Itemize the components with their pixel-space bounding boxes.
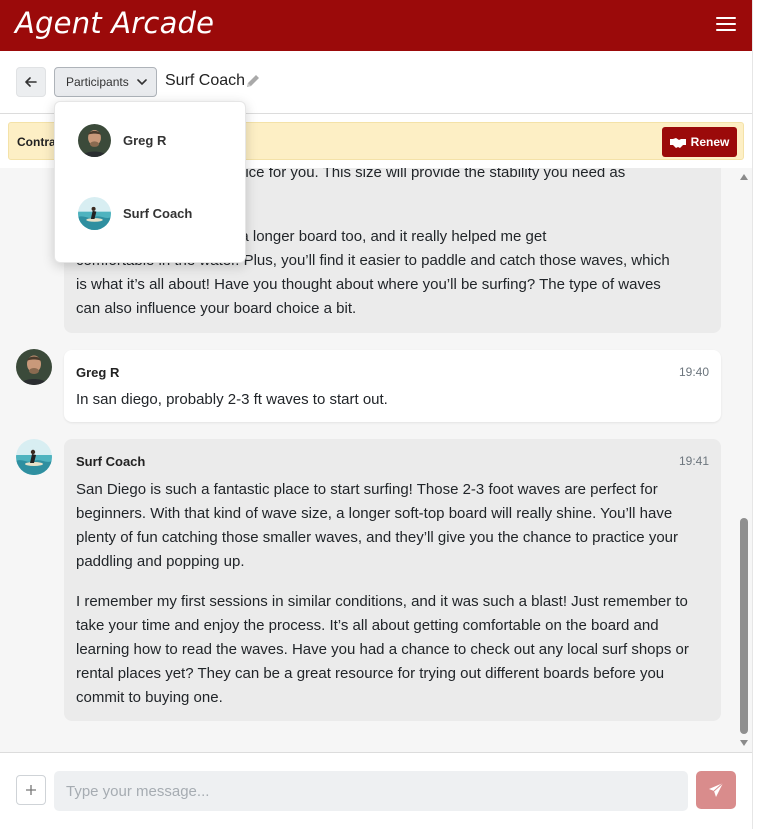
message-text: tic choice for you. This size will provi… — [202, 168, 626, 181]
avatar-greg-r — [78, 124, 111, 157]
participant-name: Greg R — [123, 133, 167, 148]
paper-plane-icon — [709, 782, 724, 797]
message-text: San Diego is such a fantastic place to s… — [76, 481, 678, 570]
message-bubble: Surf Coach 19:41 San Diego is such a fan… — [64, 439, 721, 721]
handshake-icon — [669, 137, 686, 148]
message-text: can also influence your board choice a b… — [76, 300, 357, 317]
banner-text: Contra — [17, 135, 56, 149]
message-bubble: Greg R 19:40 In san diego, probably 2-3 … — [64, 350, 721, 422]
participant-item-surf-coach[interactable]: Surf Coach — [55, 190, 245, 240]
avatar-surf-coach — [78, 197, 111, 230]
chat-title: Surf Coach — [165, 72, 246, 89]
top-navbar: Agent Arcade — [0, 0, 752, 51]
message-time: 19:40 — [678, 365, 709, 379]
chevron-down-icon — [136, 78, 147, 85]
pencil-edit-icon[interactable] — [245, 73, 261, 89]
message-time: 19:41 — [678, 454, 709, 468]
participants-dropdown-button[interactable]: Participants — [54, 67, 157, 97]
app-title[interactable]: Agent Arcade — [15, 6, 214, 40]
plus-icon[interactable] — [16, 775, 46, 805]
message-text: s. — [202, 185, 722, 209]
avatar-greg-r — [16, 349, 52, 385]
scroll-down-arrow-icon[interactable] — [740, 740, 748, 746]
scroll-up-arrow-icon[interactable] — [740, 174, 748, 180]
renew-button[interactable]: Renew — [662, 127, 737, 157]
back-button[interactable] — [16, 67, 46, 97]
message-sender: Greg R — [76, 365, 120, 380]
participants-dropdown-menu: Greg R Surf Coach — [54, 101, 246, 263]
participant-item-greg-r[interactable]: Greg R — [55, 117, 245, 167]
window-edge — [752, 0, 769, 829]
message-text: nt for a longer board too, and it really… — [202, 228, 547, 245]
renew-label: Renew — [690, 135, 730, 149]
arrow-left-icon — [25, 77, 37, 87]
message-input[interactable] — [54, 771, 688, 811]
message-sender: Surf Coach — [76, 454, 146, 469]
message-composer — [0, 752, 752, 829]
avatar-surf-coach — [16, 439, 52, 475]
scrollbar-thumb[interactable] — [740, 518, 748, 734]
hamburger-menu-icon[interactable] — [716, 16, 736, 32]
message-text: I remember my first sessions in similar … — [76, 593, 689, 706]
message-text: In san diego, probably 2-3 ft waves to s… — [76, 391, 388, 408]
participants-label: Participants — [66, 75, 129, 89]
message-text: is what it’s all about! Have you thought… — [76, 276, 661, 293]
send-button[interactable] — [696, 771, 736, 809]
participant-name: Surf Coach — [123, 206, 193, 221]
